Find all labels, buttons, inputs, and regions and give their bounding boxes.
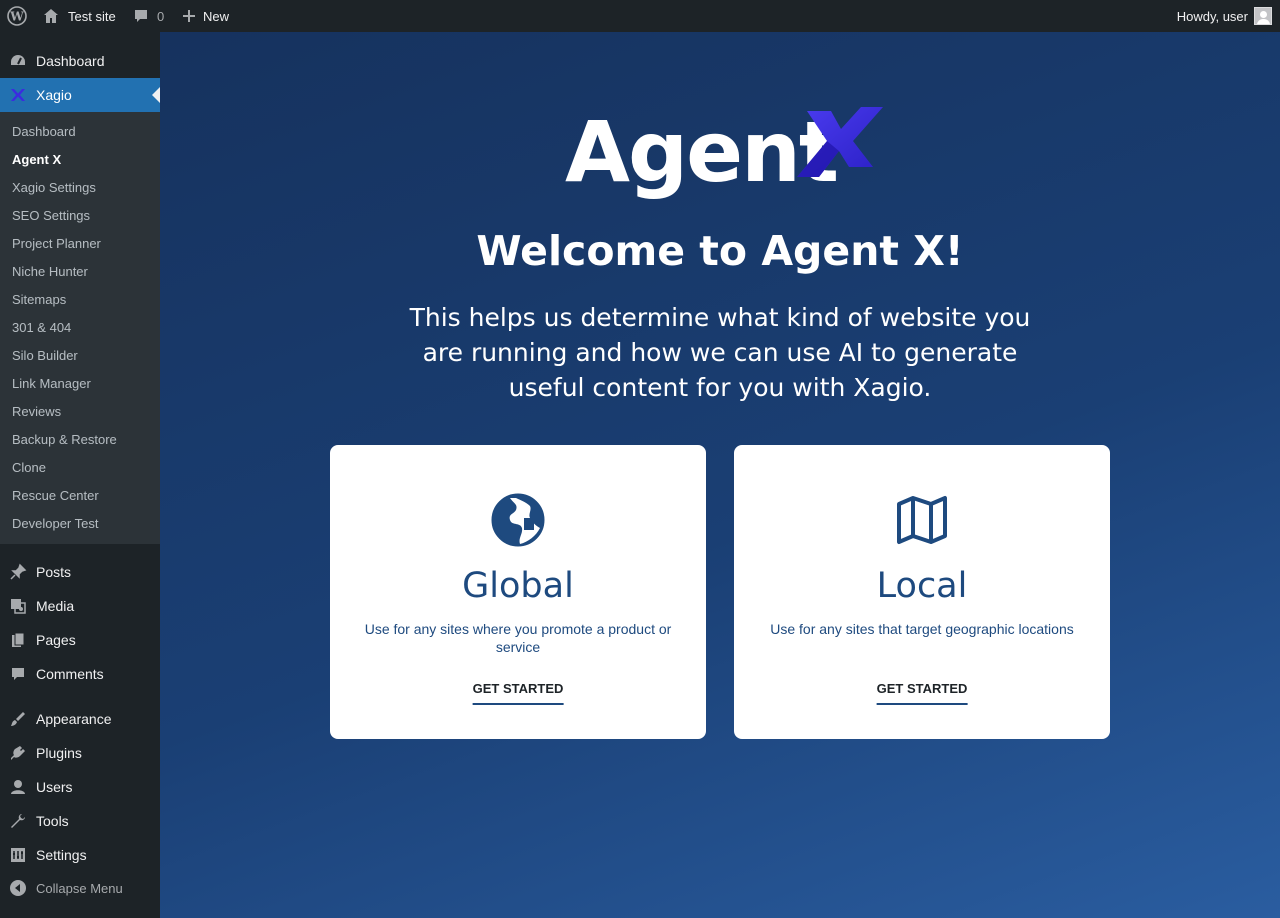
plus-icon — [183, 10, 195, 22]
submenu-silo-builder[interactable]: Silo Builder — [12, 346, 78, 366]
comments-link[interactable]: 0 — [133, 0, 164, 32]
submenu-clone[interactable]: Clone — [12, 458, 46, 478]
paintbrush-icon — [0, 710, 36, 728]
submenu-301-404[interactable]: 301 & 404 — [12, 318, 71, 338]
submenu-dashboard[interactable]: Dashboard — [12, 122, 76, 142]
globe-icon — [490, 492, 546, 548]
submenu-agent-x[interactable]: Agent X — [12, 150, 61, 170]
submenu-backup-restore[interactable]: Backup & Restore — [12, 430, 117, 450]
welcome-description: This helps us determine what kind of web… — [409, 303, 1031, 402]
plugin-icon — [0, 744, 36, 762]
users-icon — [0, 778, 36, 796]
admin-bar: W Test site 0 New Howdy, user — [0, 0, 1280, 32]
menu-settings[interactable]: Settings — [0, 838, 160, 872]
submenu-reviews[interactable]: Reviews — [12, 402, 61, 422]
menu-users-label: Users — [36, 779, 73, 795]
menu-tools[interactable]: Tools — [0, 804, 160, 838]
main-content: Agent Welcome to Agent X! This helps us … — [160, 32, 1280, 918]
submenu-sitemaps[interactable]: Sitemaps — [12, 290, 66, 310]
menu-settings-label: Settings — [36, 847, 87, 863]
logo-x-mark — [797, 107, 883, 177]
wrench-icon — [0, 812, 36, 830]
menu-xagio[interactable]: Xagio — [0, 78, 160, 112]
global-card-title: Global — [462, 566, 574, 606]
global-card[interactable]: Global Use for any sites where you promo… — [330, 445, 706, 739]
collapse-menu-button[interactable]: Collapse Menu — [0, 871, 160, 905]
menu-appearance-label: Appearance — [36, 711, 112, 727]
menu-tools-label: Tools — [36, 813, 69, 829]
menu-xagio-label: Xagio — [36, 87, 72, 103]
menu-posts[interactable]: Posts — [0, 555, 160, 589]
menu-pages[interactable]: Pages — [0, 623, 160, 657]
menu-plugins[interactable]: Plugins — [0, 736, 160, 770]
home-icon — [44, 9, 58, 23]
submenu-developer-test[interactable]: Developer Test — [12, 514, 98, 534]
submenu-project-planner[interactable]: Project Planner — [12, 234, 101, 254]
dashboard-icon — [0, 52, 36, 70]
menu-appearance[interactable]: Appearance — [0, 702, 160, 736]
submenu-xagio-settings[interactable]: Xagio Settings — [12, 178, 96, 198]
wordpress-logo-icon[interactable]: W — [0, 0, 34, 32]
agent-x-logo: Agent — [565, 107, 883, 197]
comments-icon — [0, 665, 36, 683]
menu-media-label: Media — [36, 598, 75, 614]
collapse-icon — [0, 879, 36, 897]
menu-dashboard-label: Dashboard — [36, 53, 105, 69]
admin-sidebar: Dashboard Xagio Dashboard Agent X Xagio … — [0, 32, 160, 918]
menu-media[interactable]: Media — [0, 589, 160, 623]
menu-dashboard[interactable]: Dashboard — [0, 44, 160, 78]
xagio-icon — [0, 86, 36, 104]
settings-icon — [0, 846, 36, 864]
my-account-link[interactable]: Howdy, user — [1177, 0, 1272, 32]
welcome-heading: Welcome to Agent X! — [476, 227, 964, 275]
submenu-niche-hunter[interactable]: Niche Hunter — [12, 262, 88, 282]
comment-icon — [135, 10, 147, 22]
global-get-started-button[interactable]: GET STARTED — [472, 681, 564, 705]
avatar — [1254, 7, 1272, 25]
local-card-title: Local — [876, 566, 968, 606]
local-card-description: Use for any sites that target geographic… — [770, 621, 1074, 637]
local-get-started-button[interactable]: GET STARTED — [876, 681, 968, 705]
comment-count: 0 — [157, 8, 165, 24]
new-content-link[interactable]: New — [182, 0, 229, 32]
svg-text:W: W — [9, 10, 24, 24]
menu-posts-label: Posts — [36, 564, 72, 580]
site-name: Test site — [68, 8, 116, 24]
submenu-link-manager[interactable]: Link Manager — [12, 374, 91, 394]
menu-comments[interactable]: Comments — [0, 657, 160, 691]
submenu-seo-settings[interactable]: SEO Settings — [12, 206, 90, 226]
media-icon — [0, 597, 36, 615]
new-label: New — [203, 8, 230, 24]
menu-comments-label: Comments — [36, 666, 104, 682]
pages-icon — [0, 631, 36, 649]
map-icon — [894, 492, 950, 548]
howdy-text: Howdy, user — [1176, 8, 1248, 24]
menu-pages-label: Pages — [36, 632, 76, 648]
submenu-rescue-center[interactable]: Rescue Center — [12, 486, 99, 506]
site-name-link[interactable]: Test site — [42, 0, 116, 32]
global-card-description: Use for any sites where you promote a pr… — [364, 621, 672, 655]
xagio-submenu: Dashboard Agent X Xagio Settings SEO Set… — [0, 112, 160, 544]
menu-users[interactable]: Users — [0, 770, 160, 804]
collapse-label: Collapse Menu — [36, 880, 123, 896]
menu-plugins-label: Plugins — [36, 745, 82, 761]
pushpin-icon — [0, 563, 36, 581]
local-card[interactable]: Local Use for any sites that target geog… — [734, 445, 1110, 739]
